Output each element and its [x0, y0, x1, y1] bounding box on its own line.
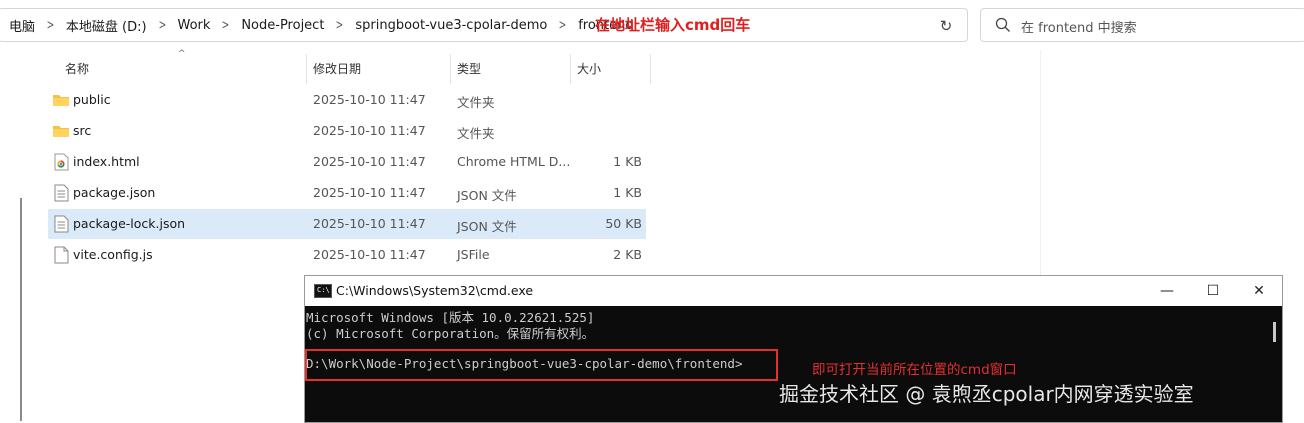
column-header-name[interactable]: 名称 — [65, 60, 89, 80]
file-row-vite-config-js[interactable]: vite.config.js 2025-10-10 11:47 JSFile 2… — [48, 240, 646, 270]
document-icon — [54, 184, 69, 202]
cmd-output-line: (c) Microsoft Corporation。保留所有权利。 — [306, 326, 595, 341]
cmd-scrollbar-thumb[interactable] — [1273, 322, 1276, 342]
column-header-size[interactable]: 大小 — [577, 60, 601, 80]
file-row-index-html[interactable]: index.html 2025-10-10 11:47 Chrome HTML … — [48, 147, 646, 177]
breadcrumb-item-this-pc[interactable]: 电脑 — [5, 16, 39, 35]
chevron-right-icon[interactable]: > — [555, 18, 571, 33]
file-date: 2025-10-10 11:47 — [313, 185, 426, 200]
file-date: 2025-10-10 11:47 — [313, 92, 426, 107]
breadcrumb-item-springboot-demo[interactable]: springboot-vue3-cpolar-demo — [351, 18, 551, 33]
file-size: 50 KB — [605, 216, 642, 231]
cmd-window-title: C:\Windows\System32\cmd.exe — [336, 283, 534, 298]
file-type: 文件夹 — [457, 95, 495, 110]
search-input[interactable]: 在 frontend 中搜索 — [980, 8, 1304, 42]
breadcrumb: 电脑 > 本地磁盘 (D:) > Work > Node-Project > s… — [5, 16, 638, 35]
file-name: src — [73, 123, 92, 138]
file-name: package-lock.json — [73, 216, 186, 231]
chevron-right-icon[interactable]: > — [154, 18, 170, 33]
file-date: 2025-10-10 11:47 — [313, 154, 426, 169]
file-type: JSON 文件 — [457, 219, 517, 234]
chrome-file-icon — [54, 153, 69, 171]
breadcrumb-item-node-project[interactable]: Node-Project — [237, 18, 328, 33]
file-row-src[interactable]: src 2025-10-10 11:47 文件夹 — [48, 116, 646, 146]
file-type: 文件夹 — [457, 126, 495, 141]
file-row-package-json[interactable]: package.json 2025-10-10 11:47 JSON 文件 1 … — [48, 178, 646, 208]
address-bar-area: 电脑 > 本地磁盘 (D:) > Work > Node-Project > s… — [0, 0, 1304, 50]
file-name: index.html — [73, 154, 140, 169]
file-row-package-lock-json[interactable]: package-lock.json 2025-10-10 11:47 JSON … — [48, 209, 646, 239]
sort-ascending-icon: ^ — [178, 49, 186, 59]
file-name: vite.config.js — [73, 247, 153, 262]
folder-icon — [53, 95, 69, 106]
close-button[interactable]: ✕ — [1236, 279, 1282, 303]
chevron-right-icon[interactable]: > — [218, 18, 234, 33]
file-type: JSON 文件 — [457, 188, 517, 203]
minimize-button[interactable]: — — [1144, 279, 1190, 303]
file-type: Chrome HTML D... — [457, 154, 571, 169]
column-header-date[interactable]: 修改日期 — [313, 60, 361, 80]
document-icon — [54, 215, 69, 233]
folder-icon — [53, 126, 69, 137]
navigation-pane-scrollbar[interactable] — [20, 198, 22, 421]
file-size: 2 KB — [613, 247, 642, 262]
watermark: 掘金技术社区 @ 袁煦丞cpolar内网穿透实验室 — [779, 382, 1194, 406]
file-date: 2025-10-10 11:47 — [313, 123, 426, 138]
column-divider[interactable] — [306, 54, 307, 84]
chevron-right-icon[interactable]: > — [42, 18, 58, 33]
cmd-annotation: 即可打开当前所在位置的cmd窗口 — [812, 362, 1017, 378]
file-row-public[interactable]: public 2025-10-10 11:47 文件夹 — [48, 85, 646, 115]
file-size: 1 KB — [613, 154, 642, 169]
cmd-titlebar[interactable]: C:\ C:\Windows\System32\cmd.exe — ☐ ✕ — [305, 276, 1282, 306]
cmd-prompt[interactable]: D:\Work\Node-Project\springboot-vue3-cpo… — [306, 356, 743, 371]
cmd-icon-text: C:\ — [317, 286, 330, 294]
blank-file-icon — [54, 246, 69, 264]
file-name: package.json — [73, 185, 156, 200]
column-divider[interactable] — [650, 54, 651, 84]
address-bar-annotation: 在地址栏输入cmd回车 — [595, 16, 751, 34]
refresh-icon[interactable]: ↻ — [937, 17, 955, 35]
file-name: public — [73, 92, 111, 107]
search-placeholder: 在 frontend 中搜索 — [1021, 21, 1137, 36]
column-divider[interactable] — [450, 54, 451, 84]
address-bar[interactable]: 电脑 > 本地磁盘 (D:) > Work > Node-Project > s… — [0, 8, 968, 42]
column-divider[interactable] — [570, 54, 571, 84]
file-type: JSFile — [457, 247, 490, 262]
file-date: 2025-10-10 11:47 — [313, 216, 426, 231]
column-header-type[interactable]: 类型 — [457, 60, 481, 80]
file-size: 1 KB — [613, 185, 642, 200]
breadcrumb-item-drive-d[interactable]: 本地磁盘 (D:) — [62, 16, 151, 35]
search-icon — [995, 17, 1010, 32]
breadcrumb-item-work[interactable]: Work — [174, 18, 215, 33]
maximize-button[interactable]: ☐ — [1190, 279, 1236, 303]
cmd-icon: C:\ — [314, 284, 332, 298]
file-date: 2025-10-10 11:47 — [313, 247, 426, 262]
chevron-right-icon[interactable]: > — [332, 18, 348, 33]
